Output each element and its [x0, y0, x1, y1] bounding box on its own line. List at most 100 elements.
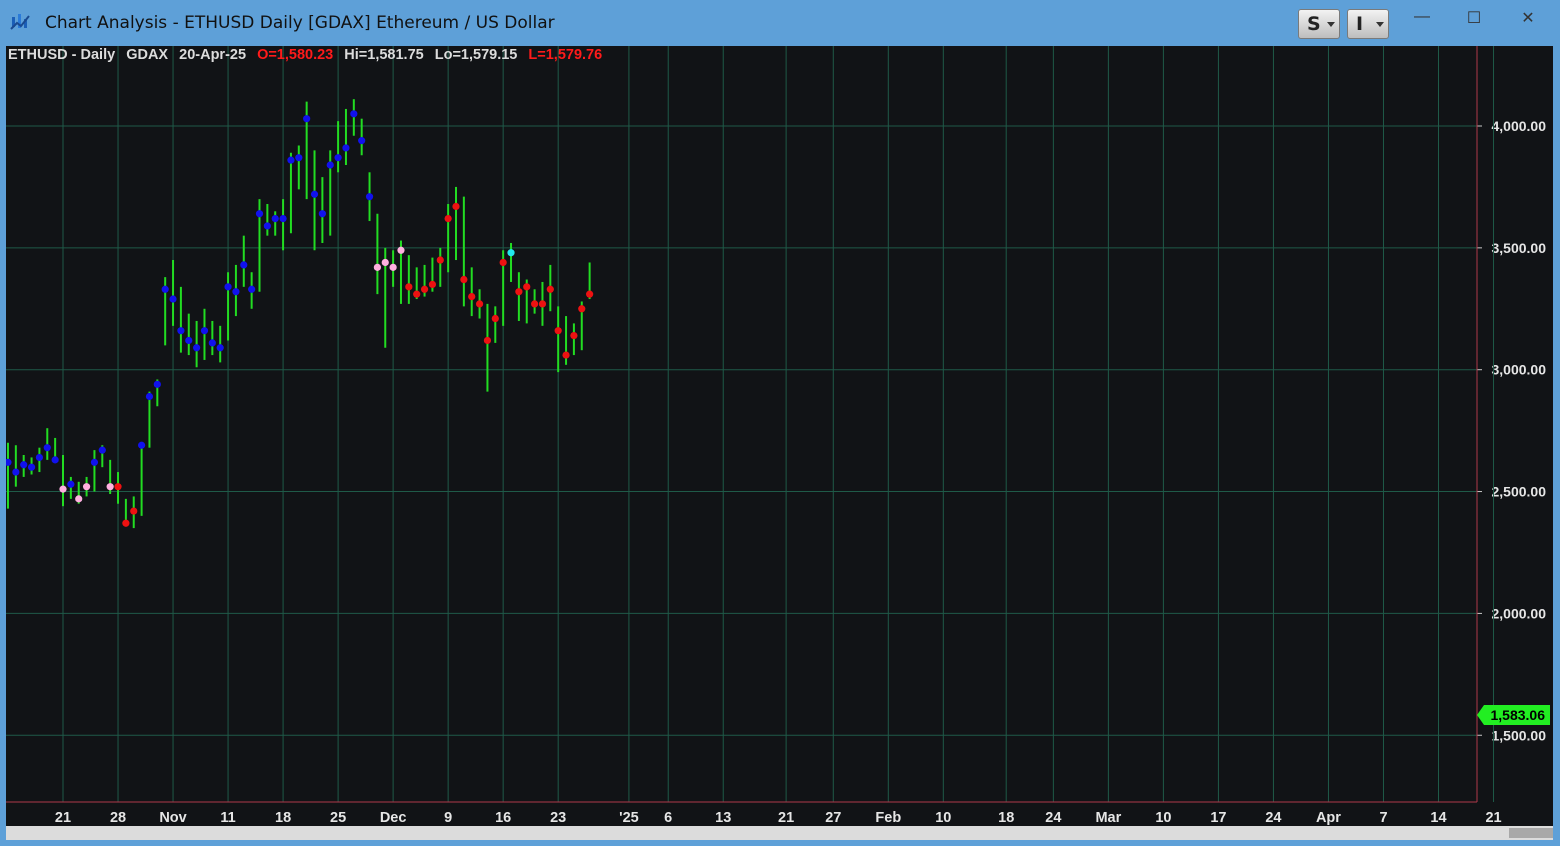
x-tick-label: 25 [330, 810, 346, 826]
title-bar[interactable]: Chart Analysis - ETHUSD Daily [GDAX] Eth… [0, 0, 1560, 46]
close-dot [546, 285, 554, 293]
close-dot [420, 285, 429, 293]
y-tick-label: 2,000.00 [1492, 605, 1547, 621]
close-dot [122, 519, 130, 527]
x-tick-label: 27 [825, 810, 841, 826]
close-dot [452, 202, 460, 211]
close-dot [27, 463, 36, 471]
y-tick-label: 2,500.00 [1492, 484, 1547, 500]
minimize-button[interactable]: — [1402, 8, 1442, 30]
window-title: Chart Analysis - ETHUSD Daily [GDAX] Eth… [45, 13, 555, 33]
close-dot [106, 483, 114, 491]
close-button[interactable]: ✕ [1508, 8, 1548, 30]
close-dot [310, 190, 319, 198]
close-dot [193, 344, 201, 352]
close-dot [303, 115, 311, 123]
close-dot [255, 210, 264, 218]
y-tick-label: 4,000.00 [1492, 118, 1547, 134]
x-tick-label: Apr [1316, 810, 1341, 826]
close-dot [98, 446, 106, 454]
close-dot [334, 154, 342, 162]
close-dot [444, 215, 452, 223]
close-dot [200, 327, 209, 335]
close-dot [405, 283, 413, 291]
y-tick-label: 1,500.00 [1492, 727, 1547, 743]
close-dot [413, 290, 421, 298]
exchange-label: GDAX [126, 47, 169, 63]
horizontal-scrollbar[interactable] [6, 826, 1553, 840]
x-tick-label: 10 [1155, 810, 1171, 826]
scrollbar-thumb[interactable] [1509, 828, 1553, 838]
close-dot [287, 156, 295, 164]
x-tick-label: Feb [875, 810, 901, 826]
close-dot [523, 283, 531, 291]
chart-app-icon [10, 14, 30, 30]
chart-background [6, 46, 1553, 826]
close-dot [491, 314, 499, 323]
close-dot [570, 331, 578, 340]
close-dot [515, 288, 523, 296]
y-tick-label: 3,000.00 [1492, 362, 1547, 378]
close-dot [90, 458, 99, 466]
style-button-label: S [1307, 13, 1321, 35]
close-dot [153, 380, 161, 388]
close-dot [51, 456, 59, 464]
close-dot [365, 193, 374, 201]
symbol-label: ETHUSD - Daily [8, 47, 116, 63]
x-tick-label: 23 [550, 810, 566, 826]
close-dot [67, 480, 75, 488]
chart-area[interactable]: 4,000.00 3,500.00 3,000.00 2,500.00 2,000.00… [4, 46, 1553, 826]
x-tick-label: 16 [495, 810, 511, 826]
close-dot [169, 295, 177, 303]
close-dot [138, 441, 146, 449]
x-tick-label: 18 [998, 810, 1014, 826]
close-dot [436, 256, 444, 264]
x-tick-label: 21 [1485, 810, 1501, 826]
low-value: Lo=1,579.15 [434, 47, 518, 63]
close-dot [475, 300, 484, 308]
x-tick-label: 7 [1379, 810, 1387, 826]
x-tick-label: 6 [664, 810, 672, 826]
x-tick-label: '25 [619, 810, 639, 826]
close-dot [232, 288, 240, 296]
close-dot [216, 344, 224, 352]
close-dot [531, 300, 539, 308]
close-dot [145, 392, 154, 401]
close-dot [114, 483, 122, 491]
x-tick-label: Nov [159, 810, 186, 826]
close-dot [562, 351, 570, 359]
close-dot [538, 300, 547, 308]
close-dot [177, 327, 185, 335]
chevron-down-icon [1327, 22, 1335, 27]
close-dot [389, 263, 397, 271]
close-dot [208, 339, 216, 347]
last-value: L=1,579.76 [528, 47, 603, 63]
close-dot [271, 215, 279, 223]
close-dot [224, 283, 232, 291]
open-value: O=1,580.23 [257, 47, 334, 63]
indicator-button-label: I [1356, 13, 1364, 35]
close-dot [185, 336, 193, 345]
close-dot [586, 290, 594, 298]
maximize-button[interactable]: ☐ [1454, 8, 1494, 30]
close-dot [381, 258, 389, 267]
price-chart[interactable]: 4,000.00 3,500.00 3,000.00 2,500.00 2,000.00… [4, 46, 1553, 826]
x-tick-label: 14 [1430, 810, 1446, 826]
close-dot [318, 210, 326, 218]
style-menu-button[interactable]: S [1298, 9, 1340, 39]
x-tick-label: 10 [935, 810, 951, 826]
info-bar: ETHUSD - Daily GDAX 20-Apr-25 O=1,580.23… [8, 47, 609, 63]
indicator-menu-button[interactable]: I [1347, 9, 1389, 39]
x-tick-label: 9 [444, 810, 452, 826]
x-tick-label: 13 [715, 810, 731, 826]
close-dot [358, 137, 366, 145]
chart-window: Chart Analysis - ETHUSD Daily [GDAX] Eth… [0, 0, 1560, 846]
close-dot [507, 249, 515, 257]
close-dot [397, 246, 405, 254]
close-dot [460, 275, 468, 284]
close-dot [578, 305, 586, 313]
x-tick-label: Mar [1095, 810, 1121, 826]
date-label: 20-Apr-25 [179, 47, 247, 63]
close-dot [248, 285, 256, 293]
close-dot [59, 485, 67, 493]
